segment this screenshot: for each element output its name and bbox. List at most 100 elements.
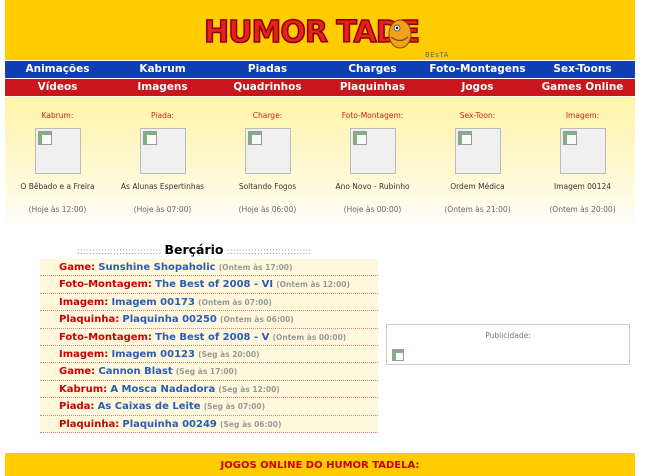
preview-time: (Ontem às 21:00) xyxy=(444,205,511,214)
list-item[interactable]: Foto-Montagem: The Best of 2008 - VI (On… xyxy=(40,276,378,294)
item-category: Plaquinha: xyxy=(59,314,120,326)
advertisement-box[interactable]: Publicidade: xyxy=(386,324,630,365)
item-category: Game: xyxy=(59,366,96,378)
list-item[interactable]: Piada: As Caixas de Leite (Seg às 07:00) xyxy=(40,398,378,416)
bercario-heading: :::::::::::::::::::::::::::: Berçário::::… xyxy=(10,242,378,257)
games-online-title: JOGOS ONLINE DO HUMOR TADELA: xyxy=(220,460,420,471)
nav-animacoes[interactable]: Animações xyxy=(5,61,110,78)
item-category: Piada: xyxy=(59,401,95,413)
preview-thumbnail[interactable] xyxy=(349,128,396,174)
nav-videos[interactable]: Vídeos xyxy=(5,79,110,96)
nav-games-online[interactable]: Games Online xyxy=(530,79,635,96)
preview-item: Sex-Toon: Ordem Médica (Ontem às 21:00) xyxy=(425,97,530,230)
preview-title[interactable]: Imagem 00124 xyxy=(530,182,635,191)
heading-dots-left: :::::::::::::::::::::::::::: xyxy=(76,247,162,257)
preview-item: Piada: As Alunas Espertinhas (Hoje às 07… xyxy=(110,97,215,230)
preview-item: Kabrum: O Bêbado e a Freira (Hoje às 12:… xyxy=(5,97,110,230)
page: HUMOR TADELA BEsTA Animações Kabrum Piad… xyxy=(0,0,650,476)
item-time: (Seg às 07:00) xyxy=(203,402,266,412)
nav-piadas[interactable]: Piadas xyxy=(215,61,320,78)
item-title[interactable]: The Best of 2008 - V xyxy=(155,332,269,343)
preview-time: (Ontem às 20:00) xyxy=(549,205,616,214)
nav-jogos[interactable]: Jogos xyxy=(425,79,530,96)
item-title[interactable]: Sunshine Shopaholic xyxy=(98,262,215,273)
item-title[interactable]: Plaquinha 00250 xyxy=(122,314,216,325)
item-time: (Ontem às 06:00) xyxy=(220,315,294,325)
preview-title[interactable]: Ano Novo - Rubinho xyxy=(320,182,425,191)
preview-time: (Hoje às 12:00) xyxy=(28,205,87,214)
preview-thumbnail[interactable] xyxy=(139,128,186,174)
preview-thumbnail[interactable] xyxy=(454,128,501,174)
item-title[interactable]: Imagem 00173 xyxy=(111,297,195,308)
preview-category: Kabrum: xyxy=(41,111,74,120)
preview-item: Charge: Soltando Fogos (Hoje às 06:00) xyxy=(215,97,320,230)
item-title[interactable]: The Best of 2008 - VI xyxy=(155,279,273,290)
preview-thumbnail[interactable] xyxy=(244,128,291,174)
item-time: (Seg às 06:00) xyxy=(220,419,282,429)
broken-image-icon[interactable] xyxy=(392,349,404,361)
item-category: Foto-Montagem: xyxy=(59,331,152,343)
preview-category: Sex-Toon: xyxy=(459,111,496,120)
nav-kabrum[interactable]: Kabrum xyxy=(110,61,215,78)
list-item[interactable]: Game: Cannon Blast (Seg às 17:00) xyxy=(40,363,378,381)
item-category: Foto-Montagem: xyxy=(59,279,152,291)
preview-time: (Hoje às 07:00) xyxy=(133,205,192,214)
item-title[interactable]: Imagem 00123 xyxy=(111,349,195,360)
item-category: Game: xyxy=(59,262,96,273)
list-item[interactable]: Kabrum: A Mosca Nadadora (Seg às 12:00) xyxy=(40,381,378,399)
item-category: Imagem: xyxy=(59,348,109,360)
preview-item: Foto-Montagem: Ano Novo - Rubinho (Hoje … xyxy=(320,97,425,230)
ad-label: Publicidade: xyxy=(485,331,531,340)
preview-time: (Hoje às 00:00) xyxy=(343,205,402,214)
item-time: (Seg às 17:00) xyxy=(175,367,238,377)
list-item[interactable]: Foto-Montagem: The Best of 2008 - V (Ont… xyxy=(40,329,378,346)
item-title[interactable]: Cannon Blast xyxy=(98,366,172,377)
item-title[interactable]: A Mosca Nadadora xyxy=(110,384,215,395)
item-time: (Ontem às 17:00) xyxy=(218,263,293,272)
preview-thumbnail[interactable] xyxy=(559,128,606,174)
nav-imagens[interactable]: Imagens xyxy=(110,79,215,96)
item-category: Plaquinha: xyxy=(59,418,120,430)
preview-thumbnail[interactable] xyxy=(34,128,81,174)
item-title[interactable]: Plaquinha 00249 xyxy=(122,419,216,430)
nav-quadrinhos[interactable]: Quadrinhos xyxy=(215,79,320,96)
preview-title[interactable]: As Alunas Espertinhas xyxy=(110,182,215,191)
item-category: Imagem: xyxy=(59,296,109,308)
item-time: (Ontem às 07:00) xyxy=(198,297,272,307)
humor-tadela-logo[interactable]: HUMOR TADELA xyxy=(200,4,420,54)
list-item[interactable]: Imagem: Imagem 00123 (Seg às 20:00) xyxy=(40,346,378,364)
preview-category: Imagem: xyxy=(565,111,600,120)
preview-time: (Hoje às 06:00) xyxy=(238,205,297,214)
nav-charges[interactable]: Charges xyxy=(320,61,425,78)
item-category: Kabrum: xyxy=(59,383,108,395)
site-header: HUMOR TADELA BEsTA xyxy=(5,0,635,60)
preview-item: Imagem: Imagem 00124 (Ontem às 20:00) xyxy=(530,97,635,230)
latest-preview-strip: Kabrum: O Bêbado e a Freira (Hoje às 12:… xyxy=(5,97,635,230)
games-online-header: JOGOS ONLINE DO HUMOR TADELA: xyxy=(5,453,635,476)
list-item[interactable]: Game: Sunshine Shopaholic (Ontem às 17:0… xyxy=(40,259,378,277)
preview-category: Piada: xyxy=(151,111,174,120)
nav-foto-montagens[interactable]: Foto-Montagens xyxy=(425,61,530,78)
heading-dots-right: :::::::::::::::::::::::::::: xyxy=(226,247,312,257)
preview-title[interactable]: Ordem Médica xyxy=(425,182,530,191)
preview-category: Foto-Montagem: xyxy=(341,111,404,120)
bercario-title: Berçário xyxy=(164,242,224,257)
preview-category: Charge: xyxy=(252,111,283,120)
nav-sex-toons[interactable]: Sex-Toons xyxy=(530,61,635,78)
svg-text:HUMOR TADELA: HUMOR TADELA xyxy=(204,15,420,50)
item-time: (Seg às 12:00) xyxy=(218,384,280,394)
nav-plaquinhas[interactable]: Plaquinhas xyxy=(320,79,425,96)
nav-bar-primary: Animações Kabrum Piadas Charges Foto-Mon… xyxy=(5,61,635,78)
item-title[interactable]: As Caixas de Leite xyxy=(98,401,201,412)
item-time: (Ontem às 12:00) xyxy=(276,280,350,290)
item-time: (Seg às 20:00) xyxy=(198,349,260,359)
bercario-list: Game: Sunshine Shopaholic (Ontem às 17:0… xyxy=(40,259,378,433)
list-item[interactable]: Imagem: Imagem 00173 (Ontem às 07:00) xyxy=(40,294,378,312)
list-item[interactable]: Plaquinha: Plaquinha 00249 (Seg às 06:00… xyxy=(40,416,378,433)
list-item[interactable]: Plaquinha: Plaquinha 00250 (Ontem às 06:… xyxy=(40,311,378,329)
beta-label: BEsTA xyxy=(425,51,449,59)
preview-title[interactable]: Soltando Fogos xyxy=(215,182,320,191)
preview-title[interactable]: O Bêbado e a Freira xyxy=(5,182,110,191)
nav-bar-secondary: Vídeos Imagens Quadrinhos Plaquinhas Jog… xyxy=(5,79,635,96)
item-time: (Ontem às 00:00) xyxy=(272,332,347,342)
